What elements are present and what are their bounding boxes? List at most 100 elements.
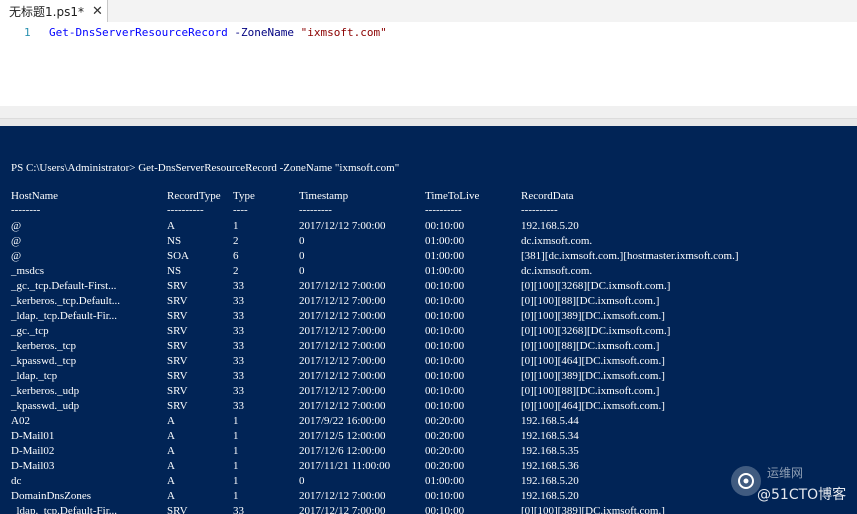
line-number: 1 bbox=[24, 26, 31, 39]
table-cell: [381][dc.ixmsoft.com.][hostmaster.ixmsof… bbox=[521, 250, 739, 262]
table-cell: 1 bbox=[233, 415, 239, 427]
table-row: _kerberos._udp SRV 33 2017/12/12 7:00:00 00:… bbox=[0, 385, 857, 400]
table-cell: SRV bbox=[167, 505, 188, 514]
table-cell: _kerberos._tcp bbox=[11, 340, 77, 352]
table-cell: 00:10:00 bbox=[425, 325, 465, 337]
table-cell: 2017/9/22 16:00:00 bbox=[299, 415, 386, 427]
editor-horizontal-scrollbar[interactable] bbox=[0, 106, 857, 118]
table-cell: 2017/12/12 7:00:00 bbox=[299, 295, 386, 307]
table-cell: 6 bbox=[233, 250, 239, 262]
table-cell: _gc._tcp.Default-First... bbox=[11, 280, 117, 292]
table-cell: RecordType bbox=[167, 190, 221, 202]
table-row: _ldap._tcp.Default-Fir... SRV 33 2017/12/12… bbox=[0, 505, 857, 514]
table-row: DomainDnsZones A 1 2017/12/12 7:00:00 00:10:… bbox=[0, 490, 857, 505]
table-cell: 33 bbox=[233, 340, 244, 352]
table-cell: 00:10:00 bbox=[425, 310, 465, 322]
table-cell: 33 bbox=[233, 355, 244, 367]
table-cell: 192.168.5.20 bbox=[521, 490, 579, 502]
table-cell: 2017/12/5 12:00:00 bbox=[299, 430, 386, 442]
tab-bar: 无标题1.ps1* ✕ bbox=[0, 0, 857, 23]
table-cell: 01:00:00 bbox=[425, 250, 465, 262]
table-cell: 01:00:00 bbox=[425, 475, 465, 487]
table-cell: 2017/12/12 7:00:00 bbox=[299, 325, 386, 337]
table-cell: ---------- bbox=[521, 204, 558, 216]
table-cell: D-Mail02 bbox=[11, 445, 55, 457]
table-cell: RecordData bbox=[521, 190, 574, 202]
table-cell: 33 bbox=[233, 280, 244, 292]
table-cell: 1 bbox=[233, 220, 239, 232]
table-cell: SRV bbox=[167, 295, 188, 307]
table-cell: @ bbox=[11, 235, 22, 247]
table-cell: DomainDnsZones bbox=[11, 490, 92, 502]
table-cell: _kpasswd._udp bbox=[11, 400, 80, 412]
table-cell: 2017/12/12 7:00:00 bbox=[299, 400, 386, 412]
table-row: _kerberos._tcp SRV 33 2017/12/12 7:00:00 00:… bbox=[0, 340, 857, 355]
table-cell: 1 bbox=[233, 490, 239, 502]
table-cell: [0][100][464][DC.ixmsoft.com.] bbox=[521, 400, 665, 412]
table-cell: SRV bbox=[167, 340, 188, 352]
table-cell: 0 bbox=[299, 475, 305, 487]
table-cell: NS bbox=[167, 235, 182, 247]
table-cell: ---- bbox=[233, 204, 248, 216]
table-cell: 33 bbox=[233, 400, 244, 412]
table-cell: 0 bbox=[299, 235, 305, 247]
table-cell: 00:20:00 bbox=[425, 430, 465, 442]
table-cell: [0][100][88][DC.ixmsoft.com.] bbox=[521, 295, 660, 307]
table-cell: _kerberos._udp bbox=[11, 385, 80, 397]
code-cmdlet: Get-DnsServerResourceRecord bbox=[49, 26, 228, 39]
table-cell: --------- bbox=[299, 204, 332, 216]
table-cell: [0][100][464][DC.ixmsoft.com.] bbox=[521, 355, 665, 367]
table-cell: A bbox=[167, 490, 175, 502]
table-cell: 1 bbox=[233, 460, 239, 472]
table-cell: _kpasswd._tcp bbox=[11, 355, 77, 367]
table-cell: 0 bbox=[299, 265, 305, 277]
code-string: "ixmsoft.com" bbox=[300, 26, 387, 39]
table-row: @ SOA 6 0 01:00:00 [381][dc.ixmsoft.com.][hos… bbox=[0, 250, 857, 265]
table-cell: @ bbox=[11, 250, 22, 262]
close-icon[interactable]: ✕ bbox=[92, 5, 103, 18]
table-cell: _ldap._tcp.Default-Fir... bbox=[11, 310, 118, 322]
table-cell: 2017/12/6 12:00:00 bbox=[299, 445, 386, 457]
table-row: _msdcs NS 2 0 01:00:00 dc.ixmsoft.com. bbox=[0, 265, 857, 280]
code-line[interactable]: Get-DnsServerResourceRecord -ZoneName "i… bbox=[49, 26, 387, 39]
table-cell: ---------- bbox=[425, 204, 462, 216]
table-cell: _gc._tcp bbox=[11, 325, 49, 337]
table-row: A02 A 1 2017/9/22 16:00:00 00:20:00 192.168.5… bbox=[0, 415, 857, 430]
console-pane[interactable]: PS C:\Users\Administrator> Get-DnsServer… bbox=[0, 126, 857, 514]
table-cell: 2017/12/12 7:00:00 bbox=[299, 385, 386, 397]
table-cell: Type bbox=[233, 190, 255, 202]
table-cell: 2 bbox=[233, 235, 239, 247]
table-cell: 2017/12/12 7:00:00 bbox=[299, 490, 386, 502]
table-cell: 33 bbox=[233, 505, 244, 514]
table-cell: 00:20:00 bbox=[425, 460, 465, 472]
console-prompt: PS C:\Users\Administrator> Get-DnsServer… bbox=[11, 162, 400, 174]
table-row: dc A 1 0 01:00:00 192.168.5.20 bbox=[0, 475, 857, 490]
table-cell: 33 bbox=[233, 295, 244, 307]
table-cell: [0][100][389][DC.ixmsoft.com.] bbox=[521, 370, 665, 382]
table-row: D-Mail02 A 1 2017/12/6 12:00:00 00:20:00 192.… bbox=[0, 445, 857, 460]
script-editor[interactable]: 1 Get-DnsServerResourceRecord -ZoneName … bbox=[0, 22, 857, 106]
table-row: _kerberos._tcp.Default... SRV 33 2017/12/12… bbox=[0, 295, 857, 310]
table-cell: 33 bbox=[233, 325, 244, 337]
table-cell: [0][100][3268][DC.ixmsoft.com.] bbox=[521, 325, 671, 337]
table-cell: [0][100][389][DC.ixmsoft.com.] bbox=[521, 505, 665, 514]
table-cell: 192.168.5.36 bbox=[521, 460, 579, 472]
table-row: D-Mail03 A 1 2017/11/21 11:00:00 00:20:00 192… bbox=[0, 460, 857, 475]
table-cell: 33 bbox=[233, 310, 244, 322]
table-cell: 2017/11/21 11:00:00 bbox=[299, 460, 391, 472]
table-row: @ NS 2 0 01:00:00 dc.ixmsoft.com. bbox=[0, 235, 857, 250]
table-cell: 2017/12/12 7:00:00 bbox=[299, 355, 386, 367]
table-cell: 2017/12/12 7:00:00 bbox=[299, 370, 386, 382]
tab-script[interactable]: 无标题1.ps1* ✕ bbox=[0, 0, 108, 22]
table-cell: 192.168.5.44 bbox=[521, 415, 579, 427]
table-cell: 2017/12/12 7:00:00 bbox=[299, 280, 386, 292]
table-header-underline: -------- ---------- ---- --------- ---------… bbox=[0, 204, 857, 219]
table-cell: 2017/12/12 7:00:00 bbox=[299, 220, 386, 232]
table-cell: 00:10:00 bbox=[425, 280, 465, 292]
table-cell: 0 bbox=[299, 250, 305, 262]
table-cell: SRV bbox=[167, 280, 188, 292]
table-cell: SRV bbox=[167, 355, 188, 367]
table-cell: 00:10:00 bbox=[425, 295, 465, 307]
table-row: D-Mail01 A 1 2017/12/5 12:00:00 00:20:00 192.… bbox=[0, 430, 857, 445]
table-cell: _ldap._tcp bbox=[11, 370, 58, 382]
